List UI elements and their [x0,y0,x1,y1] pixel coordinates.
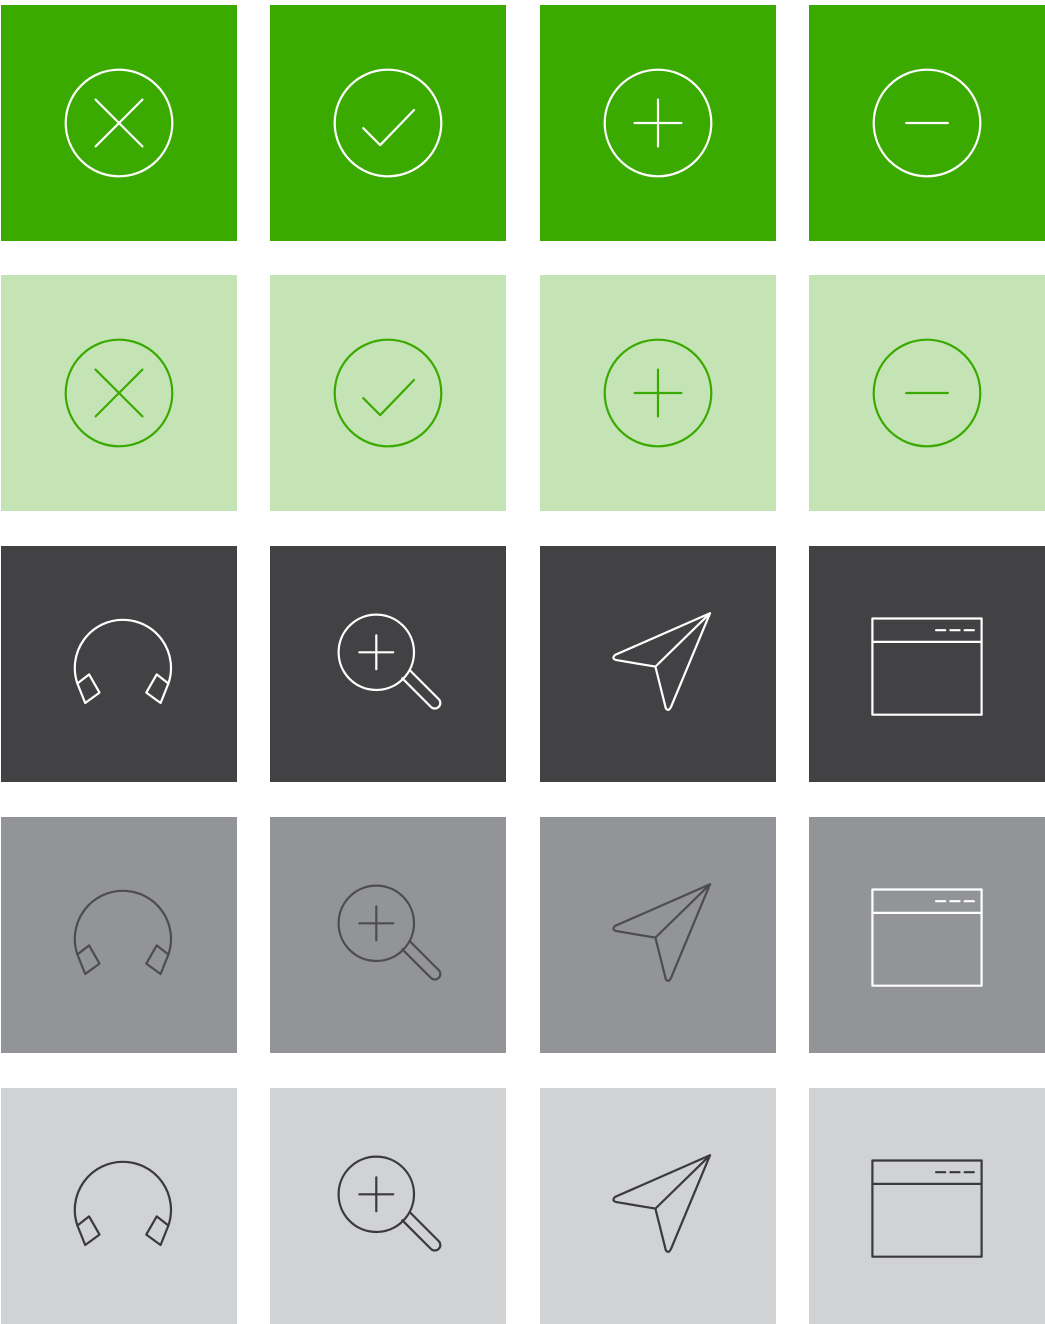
minus-circle-icon [862,58,992,188]
check-circle-icon [323,328,453,458]
minus-circle-icon [862,328,992,458]
icon-tile [809,817,1045,1053]
close-circle-icon [54,58,184,188]
check-circle-icon [323,58,453,188]
headphones-icon [54,1141,184,1271]
icon-tile [809,1088,1045,1324]
icon-tile [1,1088,237,1324]
send-icon [593,870,723,1000]
icon-tile [540,5,776,241]
browser-window-icon [862,870,992,1000]
browser-window-icon [862,599,992,729]
icon-tile [540,1088,776,1324]
icon-tile [809,546,1045,782]
icon-tile [1,546,237,782]
zoom-in-icon [323,870,453,1000]
icon-tile [1,5,237,241]
icon-tile [540,546,776,782]
icon-tile [270,546,506,782]
send-icon [593,1141,723,1271]
close-circle-icon [54,328,184,458]
headphones-icon [54,599,184,729]
icon-tile [1,817,237,1053]
plus-circle-icon [593,58,723,188]
zoom-in-icon [323,599,453,729]
icon-tile [270,817,506,1053]
send-icon [593,599,723,729]
icon-tile [1,275,237,511]
browser-window-icon [862,1141,992,1271]
icon-tile [270,5,506,241]
icon-tile [270,1088,506,1324]
icon-tile [540,275,776,511]
icon-tile [809,5,1045,241]
icon-tile [540,817,776,1053]
icon-tile [270,275,506,511]
headphones-icon [54,870,184,1000]
icon-grid [0,0,1045,1324]
plus-circle-icon [593,328,723,458]
icon-tile [809,275,1045,511]
zoom-in-icon [323,1141,453,1271]
